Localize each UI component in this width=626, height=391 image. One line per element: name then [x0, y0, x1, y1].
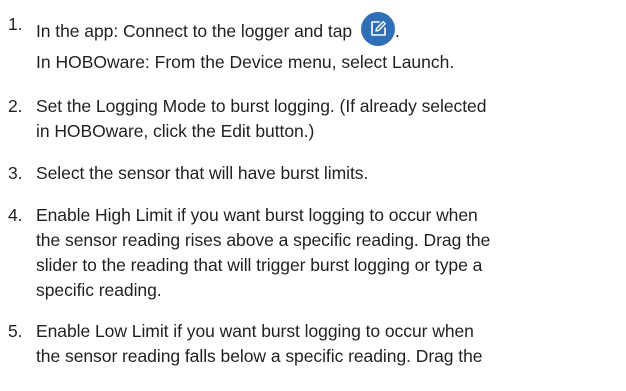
step-2: 2. Set the Logging Mode to burst logging…: [0, 94, 486, 144]
step-5: 5. Enable Low Limit if you want burst lo…: [0, 319, 483, 369]
step-line: the sensor reading rises above a specifi…: [36, 230, 491, 250]
step-number: 5.: [8, 321, 23, 341]
step-line: Select the sensor that will have burst l…: [36, 163, 369, 183]
step-3: 3. Select the sensor that will have burs…: [0, 161, 368, 186]
step-number: 1.: [8, 14, 23, 34]
step-line: the sensor reading falls below a specifi…: [36, 346, 483, 366]
step-1: 1. In the app: Connect to the logger and…: [0, 12, 400, 46]
step-number: 3.: [8, 163, 23, 183]
step-number: 4.: [8, 205, 23, 225]
step-text-suffix: .: [394, 21, 400, 41]
instructions-document: 1. In the app: Connect to the logger and…: [0, 0, 626, 391]
step-1-subline: In HOBOware: From the Device menu, selec…: [36, 52, 455, 72]
edit-icon: [360, 12, 395, 46]
step-line: in HOBOware, click the Edit button.): [36, 121, 315, 141]
step-line: Enable Low Limit if you want burst loggi…: [36, 321, 474, 341]
step-line: slider to the reading that will trigger …: [36, 255, 483, 275]
step-4: 4. Enable High Limit if you want burst l…: [0, 203, 490, 303]
step-number: 2.: [8, 96, 23, 116]
step-text: In the app: Connect to the logger and ta…: [36, 21, 353, 41]
step-line: Enable High Limit if you want burst logg…: [36, 205, 478, 225]
step-line: Set the Logging Mode to burst logging. (…: [36, 96, 487, 116]
step-line: specific reading.: [36, 280, 162, 300]
